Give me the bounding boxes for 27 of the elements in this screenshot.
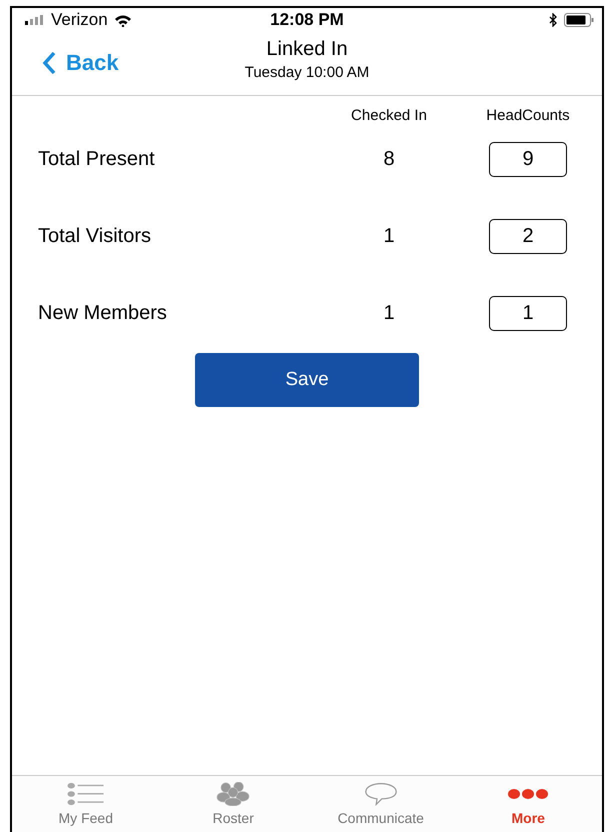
checked-in-count: 1 [383,225,395,248]
back-button[interactable]: Back [42,50,119,76]
row-label: Total Visitors [38,224,152,249]
screen-title: Linked In [266,37,348,62]
checked-in-count: 8 [383,148,395,171]
chevron-left-icon [42,50,56,74]
row-label: Total Present [38,147,155,172]
tab-item[interactable]: More [454,776,602,830]
headcount-field[interactable]: 9 [489,142,567,177]
signal-icon [25,15,45,25]
tab-item[interactable]: Roster [160,776,307,830]
battery-icon [564,13,594,27]
headcount-field[interactable]: 1 [489,296,567,331]
headcount-field[interactable]: 2 [489,219,567,254]
carrier-name: Verizon [51,10,108,30]
column-header: HeadCounts [486,106,570,126]
status-time: 12:08 PM [270,10,344,30]
column-header: Checked In [351,106,427,126]
tab-item[interactable]: My Feed [12,776,160,830]
back-label: Back [66,50,119,76]
wifi-icon [114,14,132,26]
checked-in-count: 1 [383,302,395,325]
screen-subtitle: Tuesday 10:00 AM [244,63,370,83]
row-label: New Members [38,301,167,326]
tab-item[interactable]: Communicate [307,776,454,830]
save-button[interactable]: Save [195,353,419,407]
bluetooth-icon [549,13,558,27]
